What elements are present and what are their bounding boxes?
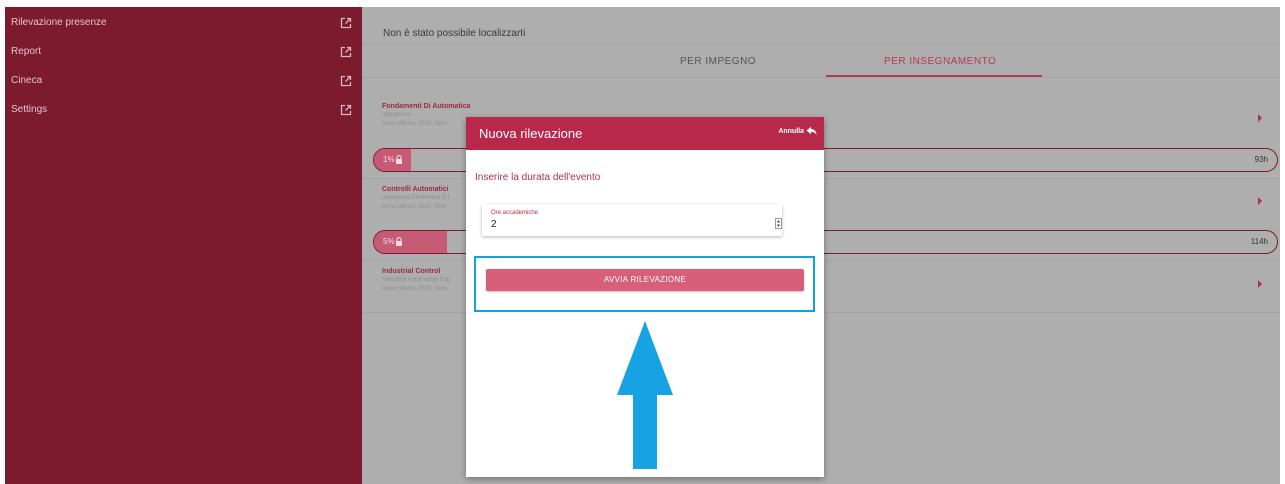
divider bbox=[362, 77, 1280, 78]
external-link-icon bbox=[340, 17, 352, 29]
progress-hours: 114h bbox=[1250, 237, 1268, 246]
progress-percent: 1% bbox=[383, 155, 395, 164]
sidebar-item-label: Report bbox=[11, 46, 42, 57]
tab-per-insegnamento[interactable]: PER INSEGNAMENTO bbox=[884, 56, 996, 67]
location-message: Non è stato possibile localizzarti bbox=[383, 28, 526, 39]
sidebar-item-report[interactable]: Report bbox=[5, 38, 362, 67]
chevron-right-icon[interactable] bbox=[1256, 279, 1264, 289]
divider bbox=[362, 44, 1280, 45]
dialog-header: Nuova rilevazione Annulla bbox=[466, 117, 824, 150]
field-label: Ore accademiche bbox=[491, 210, 539, 216]
lock-icon bbox=[396, 237, 402, 246]
course-title: Fondamenti Di Automatica bbox=[382, 103, 471, 110]
external-link-icon bbox=[340, 75, 352, 87]
chevron-right-icon[interactable] bbox=[1256, 196, 1264, 206]
sidebar-item-rilevazione-presenze[interactable]: Rilevazione presenze bbox=[5, 9, 362, 38]
number-stepper-icon[interactable] bbox=[775, 218, 782, 229]
dialog-prompt: Inserire la durata dell'evento bbox=[475, 172, 601, 183]
highlight-box bbox=[474, 256, 815, 312]
field-value[interactable]: 2 bbox=[491, 219, 497, 230]
external-link-icon bbox=[340, 46, 352, 58]
sidebar-item-settings[interactable]: Settings bbox=[5, 96, 362, 125]
sidebar: Rilevazione presenze Report Cineca Setti… bbox=[5, 7, 362, 484]
progress-hours: 93h bbox=[1254, 155, 1268, 164]
cancel-button[interactable]: Annulla bbox=[778, 128, 804, 135]
progress-percent: 5% bbox=[383, 237, 395, 246]
undo-icon[interactable] bbox=[806, 126, 817, 136]
sidebar-item-label: Settings bbox=[11, 104, 48, 115]
sidebar-item-cineca[interactable]: Cineca bbox=[5, 67, 362, 96]
lock-icon bbox=[396, 155, 402, 164]
tab-per-impegno[interactable]: PER IMPEGNO bbox=[680, 56, 756, 67]
sidebar-item-label: Rilevazione presenze bbox=[11, 17, 107, 28]
chevron-right-icon[interactable] bbox=[1256, 113, 1264, 123]
dialog-title: Nuova rilevazione bbox=[479, 126, 583, 141]
external-link-icon bbox=[340, 104, 352, 116]
arrow-up-icon bbox=[617, 321, 673, 469]
academic-hours-field[interactable]: Ore accademiche 2 bbox=[482, 204, 782, 236]
sidebar-item-label: Cineca bbox=[11, 75, 43, 86]
